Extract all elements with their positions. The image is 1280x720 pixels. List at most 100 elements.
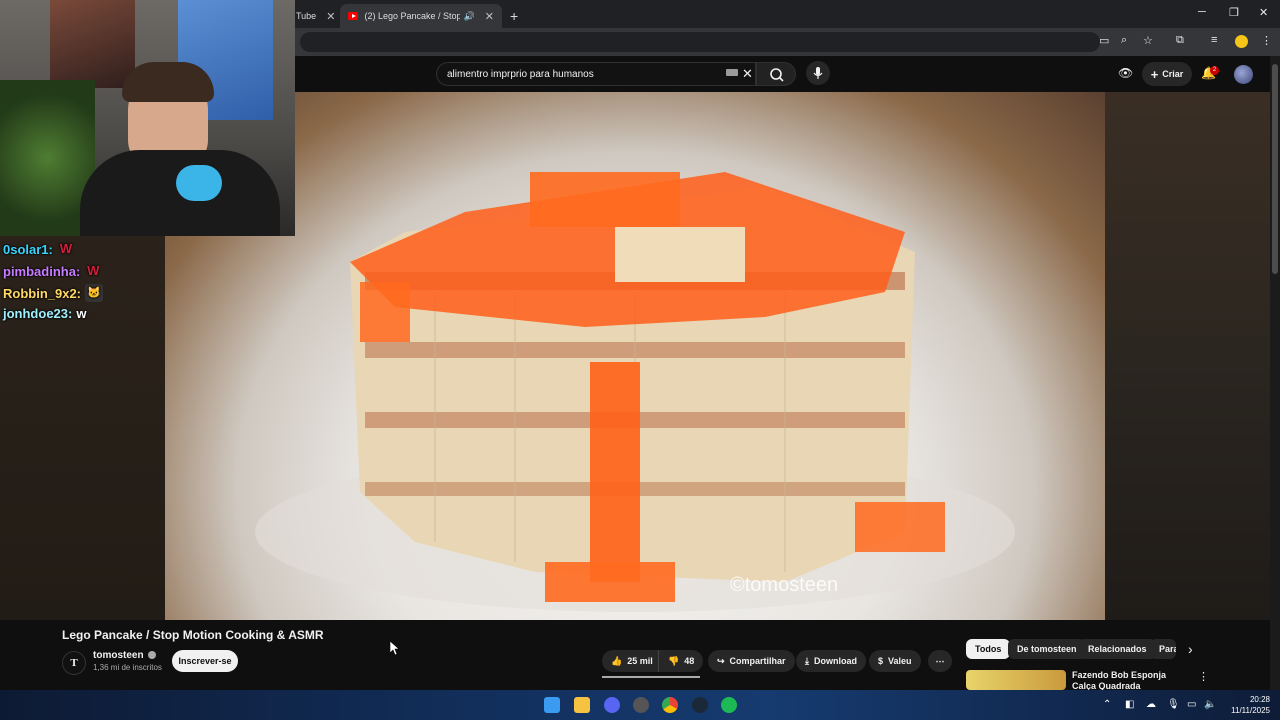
- thanks-button[interactable]: $ Valeu: [869, 650, 921, 672]
- clear-search-icon[interactable]: ✕: [742, 66, 753, 82]
- streamer-hair: [122, 62, 214, 102]
- eye-icon[interactable]: 👁: [1118, 66, 1133, 80]
- plus-icon: +: [1150, 66, 1159, 82]
- chip-all[interactable]: Todos: [966, 639, 1011, 659]
- recommended-video-thumbnail[interactable]: [966, 670, 1066, 690]
- subscribe-button[interactable]: Inscrever-se: [172, 650, 238, 672]
- speaker-icon[interactable]: 🔊: [464, 11, 475, 22]
- lego-pancake-image: [255, 172, 1015, 612]
- video-side-blur-right: [1105, 92, 1270, 620]
- like-button[interactable]: 👍 25 mil: [602, 650, 661, 672]
- streamer-webcam: [0, 0, 295, 236]
- tab-close-icon[interactable]: ✕: [326, 10, 335, 23]
- microphone-icon: [813, 67, 823, 79]
- chip-from-channel[interactable]: De tomosteen: [1008, 639, 1086, 659]
- tab-label: (2) Lego Pancake / Stop Mo: [364, 11, 460, 21]
- zoom-icon[interactable]: ⌕: [1121, 34, 1127, 47]
- create-button[interactable]: + Criar: [1142, 62, 1192, 86]
- minimize-icon[interactable]: ─: [1198, 6, 1206, 18]
- more-actions-button[interactable]: ⋯: [928, 650, 952, 672]
- chat-message: Robbin_9x2: 🐱: [3, 284, 104, 302]
- video-menu-icon[interactable]: ⋮: [1198, 670, 1209, 683]
- start-windows-icon[interactable]: [544, 697, 560, 713]
- chat-message: pimbadinha: W: [3, 262, 102, 280]
- share-label: Compartilhar: [729, 656, 786, 666]
- search-button[interactable]: [756, 62, 796, 86]
- share-icon: ↪: [717, 655, 725, 666]
- chat-username: 0solar1:: [3, 241, 53, 257]
- microphone-cover: [176, 165, 222, 201]
- stream-chat-overlay: 0solar1: W pimbadinha: W Robbin_9x2: 🐱 j…: [0, 236, 165, 326]
- scrollbar-thumb[interactable]: [1272, 64, 1278, 274]
- chat-text: w: [76, 306, 87, 321]
- chat-message: jonhdoe23: w: [3, 306, 86, 321]
- chat-emote: 🐱: [85, 284, 104, 302]
- restore-icon[interactable]: ❐: [1229, 6, 1239, 19]
- install-icon[interactable]: ▭: [1099, 34, 1109, 47]
- tray-mic-icon[interactable]: 🎙: [1167, 699, 1180, 710]
- chat-emote: W: [59, 241, 73, 256]
- chrome-icon[interactable]: [662, 697, 678, 713]
- thumbs-up-icon: 👍: [611, 655, 623, 666]
- recommended-video-title[interactable]: Fazendo Bob Esponja Calça Quadrada: [1072, 670, 1192, 690]
- page-scrollbar[interactable]: [1270, 56, 1280, 690]
- thanks-label: Valeu: [888, 656, 912, 666]
- keyboard-icon[interactable]: [726, 69, 738, 76]
- like-ratio-bar: [602, 676, 700, 678]
- chat-username: jonhdoe23:: [3, 306, 73, 321]
- channel-name[interactable]: tomosteen: [93, 650, 144, 661]
- tray-app-icon[interactable]: ◧: [1125, 699, 1134, 710]
- verified-check-icon: [147, 651, 156, 660]
- windows-taskbar: ⌃ ◧ ☁ 🎙 ▭ 🔈 20:28 11/11/2025: [0, 690, 1280, 720]
- profile-avatar[interactable]: [1235, 35, 1248, 48]
- tab-label: Tube: [296, 11, 317, 21]
- extensions-icon[interactable]: ⧉: [1176, 34, 1184, 47]
- chip-next-arrow-icon[interactable]: ›: [1188, 641, 1193, 657]
- tab-lego-pancake[interactable]: (2) Lego Pancake / Stop Mo 🔊 ✕: [340, 4, 502, 28]
- chip-for-you[interactable]: Para: [1150, 639, 1176, 659]
- dislike-button[interactable]: 👎 48: [658, 650, 704, 672]
- download-label: Download: [813, 656, 857, 666]
- browser-menu-icon[interactable]: ⋮: [1261, 34, 1272, 47]
- discord-icon[interactable]: [604, 697, 620, 713]
- search-icon: [770, 68, 784, 82]
- video-frame[interactable]: ©tomosteen: [165, 92, 1105, 620]
- video-title: Lego Pancake / Stop Motion Cooking & ASM…: [62, 628, 324, 642]
- new-tab-button[interactable]: +: [502, 4, 526, 28]
- super-thanks-icon: $: [878, 656, 884, 666]
- bookmark-star-icon[interactable]: ☆: [1143, 34, 1153, 47]
- chip-related[interactable]: Relacionados: [1079, 639, 1156, 659]
- close-window-icon[interactable]: ✕: [1259, 6, 1268, 19]
- video-watermark: ©tomosteen: [730, 574, 839, 596]
- chat-username: pimbadinha:: [3, 263, 81, 279]
- notification-count-badge: 2: [1210, 66, 1219, 75]
- chat-emote: W: [87, 263, 100, 278]
- steam-icon[interactable]: [692, 697, 708, 713]
- file-explorer-icon[interactable]: [574, 697, 590, 713]
- search-input[interactable]: alimentro imprprio para humanos: [436, 62, 756, 86]
- voice-search-button[interactable]: [806, 61, 830, 85]
- share-button[interactable]: ↪ Compartilhar: [708, 650, 795, 672]
- download-button[interactable]: ⤓ Download: [796, 650, 866, 672]
- address-field[interactable]: [300, 32, 1100, 52]
- system-clock[interactable]: 20:28 11/11/2025: [1222, 694, 1270, 716]
- tray-overflow-icon[interactable]: ⌃: [1103, 699, 1111, 710]
- thumbs-down-icon: 👎: [668, 655, 680, 666]
- obs-icon[interactable]: [633, 697, 649, 713]
- video-info-section: Lego Pancake / Stop Motion Cooking & ASM…: [0, 620, 1280, 690]
- spotify-icon[interactable]: [721, 697, 737, 713]
- download-icon: ⤓: [805, 655, 809, 666]
- tab-youtube[interactable]: Tube ✕: [288, 4, 343, 28]
- account-avatar[interactable]: [1234, 65, 1253, 84]
- youtube-favicon-icon: [348, 12, 359, 20]
- tray-cloud-icon[interactable]: ☁: [1146, 699, 1156, 710]
- tab-close-icon[interactable]: ✕: [485, 10, 494, 23]
- tray-network-icon[interactable]: ▭: [1187, 699, 1196, 710]
- channel-name-row[interactable]: tomosteen: [93, 650, 156, 661]
- tray-volume-icon[interactable]: 🔈: [1204, 699, 1216, 710]
- subscriber-count: 1,36 mi de inscritos: [93, 663, 162, 672]
- channel-avatar[interactable]: T: [62, 651, 86, 675]
- wall-poster: [50, 0, 135, 88]
- media-control-icon[interactable]: ≡: [1211, 34, 1217, 46]
- clock-date: 11/11/2025: [1231, 706, 1270, 715]
